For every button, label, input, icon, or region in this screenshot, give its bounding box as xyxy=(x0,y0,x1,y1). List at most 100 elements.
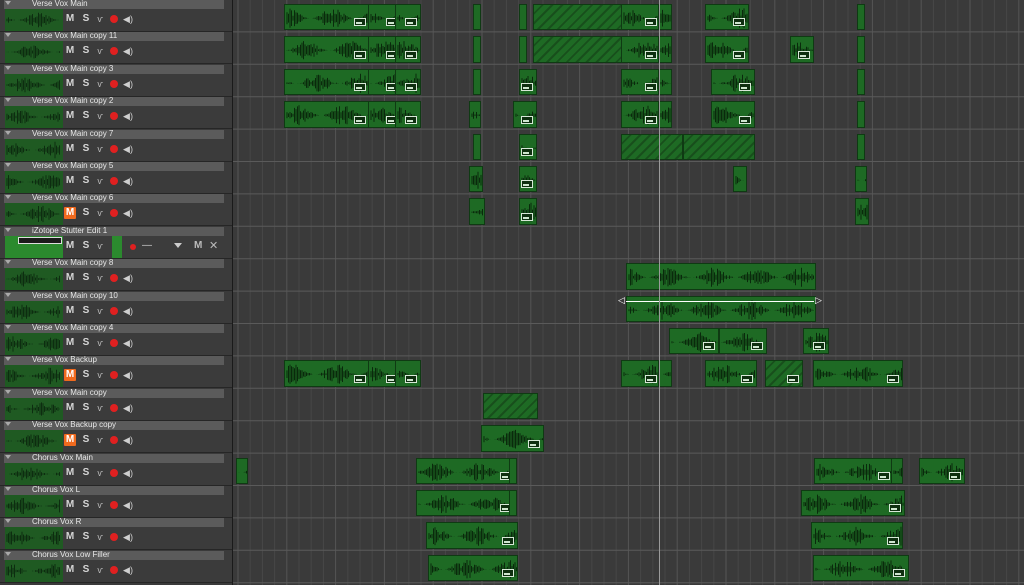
speaker-icon[interactable]: ◀) xyxy=(122,531,134,543)
audio-clip[interactable] xyxy=(428,554,518,582)
audio-clip[interactable] xyxy=(803,328,829,355)
clip-envelope-icon[interactable] xyxy=(787,374,799,383)
folder-toggle-icon[interactable] xyxy=(5,1,11,5)
track-name[interactable]: iZotope Stutter Edit 1 xyxy=(32,226,107,236)
folder-toggle-icon[interactable] xyxy=(5,519,11,524)
record-arm-icon[interactable] xyxy=(110,339,118,347)
clip-envelope-icon[interactable] xyxy=(405,374,417,383)
audio-clip[interactable] xyxy=(236,457,248,484)
mute-button[interactable]: M xyxy=(64,45,76,57)
record-arm-icon[interactable] xyxy=(110,501,118,509)
solo-button[interactable]: S xyxy=(80,110,92,122)
audio-clip[interactable] xyxy=(395,36,421,63)
mute-button[interactable]: M xyxy=(64,110,76,122)
chevron-down-icon[interactable] xyxy=(174,242,182,248)
clip-envelope-icon[interactable] xyxy=(645,50,657,59)
clip-envelope-icon[interactable] xyxy=(733,50,745,59)
track-header[interactable]: Verse Vox Main copy 10 M S ⱱ ◀) xyxy=(0,291,232,324)
audio-clip[interactable] xyxy=(533,36,623,63)
audio-clip[interactable] xyxy=(683,133,755,160)
clip-envelope-icon[interactable] xyxy=(354,18,366,27)
clip-envelope-icon[interactable] xyxy=(733,18,745,27)
clip-envelope-icon[interactable] xyxy=(405,18,417,27)
clip-envelope-icon[interactable] xyxy=(354,50,366,59)
track-name[interactable]: Verse Vox Main copy 4 xyxy=(32,323,113,333)
track-name[interactable]: Verse Vox Main copy 10 xyxy=(32,291,118,301)
folder-toggle-icon[interactable] xyxy=(5,260,11,265)
audio-clip[interactable] xyxy=(416,457,516,484)
audio-clip[interactable] xyxy=(658,36,672,63)
record-arm-icon[interactable] xyxy=(110,274,118,283)
fx-icon[interactable]: ⱱ xyxy=(94,13,106,25)
mute-button[interactable]: M xyxy=(64,337,76,349)
audio-clip[interactable] xyxy=(483,392,538,420)
track-header[interactable]: Verse Vox Main copy 8 M S ⱱ ◀) xyxy=(0,258,232,292)
clip-envelope-icon[interactable] xyxy=(739,115,751,124)
track-header[interactable]: Verse Vox Main copy 4 M S ⱱ ◀) xyxy=(0,323,232,356)
track-header[interactable]: Chorus Vox Main M S ⱱ ◀) xyxy=(0,453,232,486)
clip-envelope-icon[interactable] xyxy=(528,439,540,448)
fx-icon[interactable]: ⱱ xyxy=(94,434,106,446)
record-arm-icon[interactable] xyxy=(110,403,118,412)
mute-button[interactable]: M xyxy=(64,175,76,187)
track-header[interactable]: Verse Vox Main copy 5 M S ⱱ ◀) xyxy=(0,161,232,194)
record-arm-icon[interactable] xyxy=(110,112,118,121)
audio-clip[interactable] xyxy=(801,490,905,517)
solo-button[interactable]: S xyxy=(80,402,92,414)
mute-button[interactable]: M xyxy=(64,369,76,382)
solo-button[interactable]: S xyxy=(80,78,92,90)
audio-clip[interactable] xyxy=(395,4,421,31)
track-name[interactable]: Verse Vox Main copy 6 xyxy=(32,193,113,203)
track-header[interactable]: Verse Vox Main copy 6 M S ⱱ ◀) xyxy=(0,193,232,227)
track-header[interactable]: Verse Vox Backup copy M S ⱱ ◀) xyxy=(0,420,232,454)
folder-toggle-icon[interactable] xyxy=(5,389,11,394)
folder-toggle-icon[interactable] xyxy=(5,454,11,459)
clip-envelope-icon[interactable] xyxy=(798,50,810,59)
audio-clip[interactable] xyxy=(519,68,537,96)
mute-button[interactable]: M xyxy=(64,78,76,90)
arrangement-timeline[interactable]: ◁ ▷ xyxy=(233,0,1024,585)
clip-envelope-icon[interactable] xyxy=(645,18,657,27)
track-header[interactable]: Chorus Vox L M S ⱱ ◀) xyxy=(0,485,232,518)
audio-clip[interactable] xyxy=(711,68,755,96)
track-name[interactable]: Chorus Vox L xyxy=(32,485,80,495)
playback-cursor[interactable] xyxy=(659,0,660,585)
audio-clip[interactable] xyxy=(469,198,485,225)
audio-clip[interactable] xyxy=(857,133,865,160)
clip-envelope-icon[interactable] xyxy=(354,115,366,124)
folder-toggle-icon[interactable] xyxy=(5,227,11,232)
speaker-icon[interactable]: ◀) xyxy=(122,272,134,284)
mute-button[interactable]: M xyxy=(64,207,76,220)
track-header[interactable]: Chorus Vox Low Filler M S ⱱ ◀) xyxy=(0,550,232,583)
clip-envelope-icon[interactable] xyxy=(354,374,366,383)
speaker-icon[interactable]: ◀) xyxy=(122,143,134,155)
fx-icon[interactable]: ⱱ xyxy=(94,110,106,122)
speaker-icon[interactable]: ◀) xyxy=(122,434,134,446)
record-arm-icon[interactable] xyxy=(110,533,118,542)
audio-clip[interactable] xyxy=(395,68,421,96)
audio-clip[interactable] xyxy=(513,101,537,128)
audio-clip[interactable] xyxy=(857,4,865,31)
audio-clip[interactable] xyxy=(509,490,517,517)
record-arm-icon[interactable] xyxy=(110,15,118,23)
solo-button[interactable]: S xyxy=(80,175,92,187)
track-header[interactable]: Verse Vox Main copy 3 M S ⱱ ◀) xyxy=(0,64,232,97)
track-name[interactable]: Verse Vox Main copy xyxy=(32,388,107,398)
solo-button[interactable]: S xyxy=(80,467,92,479)
record-arm-icon[interactable] xyxy=(130,243,136,250)
solo-button[interactable]: S xyxy=(80,564,92,576)
audio-clip[interactable] xyxy=(719,328,767,355)
fx-icon[interactable]: ⱱ xyxy=(94,45,106,57)
speaker-icon[interactable]: ◀) xyxy=(122,564,134,576)
audio-clip[interactable] xyxy=(519,36,527,63)
folder-toggle-icon[interactable] xyxy=(5,195,11,200)
folder-toggle-icon[interactable] xyxy=(5,487,11,491)
track-name[interactable]: Verse Vox Main copy 5 xyxy=(32,161,113,171)
solo-button[interactable]: S xyxy=(80,272,92,284)
audio-clip[interactable] xyxy=(473,4,481,31)
speaker-icon[interactable]: ◀) xyxy=(122,78,134,90)
speaker-icon[interactable]: ◀) xyxy=(122,369,134,381)
audio-clip[interactable] xyxy=(658,68,672,96)
audio-clip[interactable] xyxy=(469,166,483,193)
audio-clip[interactable] xyxy=(919,457,965,484)
